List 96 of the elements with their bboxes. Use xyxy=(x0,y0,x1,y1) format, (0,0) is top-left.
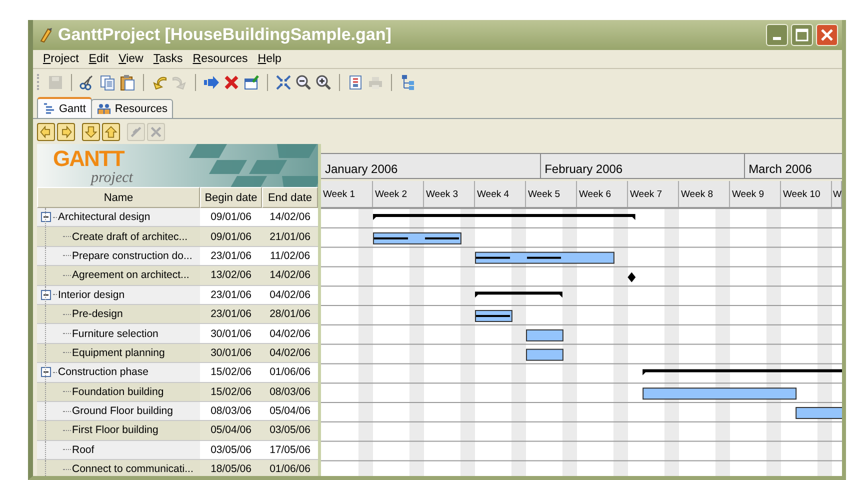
task-bar[interactable] xyxy=(796,407,842,419)
minimize-button[interactable] xyxy=(766,24,788,46)
begin-date: 09/01/06 xyxy=(200,208,262,226)
summary-bar[interactable] xyxy=(373,214,636,220)
close-button[interactable] xyxy=(816,24,838,46)
column-header[interactable]: Begin date xyxy=(200,187,262,208)
begin-date: 18/05/06 xyxy=(210,462,252,476)
end-date: 05/04/06 xyxy=(262,402,318,420)
end-date: 28/01/06 xyxy=(268,307,312,322)
up-arrow-icon xyxy=(104,125,118,139)
menu-item[interactable]: View xyxy=(114,53,148,65)
clipboard-icon[interactable] xyxy=(119,74,136,90)
end-date: 04/02/06 xyxy=(262,286,318,304)
maximize-icon xyxy=(795,28,809,42)
collapse-icon[interactable] xyxy=(41,212,51,222)
menu-item[interactable]: Help xyxy=(252,53,286,65)
end-date: 17/05/06 xyxy=(262,440,318,460)
month-header: March 2006 xyxy=(744,154,842,178)
document-icon[interactable] xyxy=(347,74,364,90)
month-header: January 2006 xyxy=(321,154,541,178)
right-arrow-icon xyxy=(59,125,73,139)
begin-date: 03/05/06 xyxy=(200,440,262,460)
begin-date: 09/01/06 xyxy=(210,230,252,245)
minimize-icon xyxy=(773,36,781,40)
right-arrow-button[interactable] xyxy=(57,123,75,141)
menu-item[interactable]: Tasks xyxy=(148,53,188,65)
begin-date: 05/04/06 xyxy=(210,423,252,438)
month-header: February 2006 xyxy=(540,154,745,178)
begin-date: 08/03/06 xyxy=(200,402,262,420)
properties-icon[interactable] xyxy=(243,74,260,90)
end-date: 11/02/06 xyxy=(262,246,318,266)
summary-bar[interactable] xyxy=(475,292,562,298)
begin-date: 23/01/06 xyxy=(200,286,262,304)
delete-icon[interactable] xyxy=(223,74,240,90)
end-date: 08/03/06 xyxy=(268,384,312,400)
right-arrow-icon[interactable] xyxy=(203,74,220,90)
end-date: 04/02/06 xyxy=(262,324,318,343)
collapse-icon[interactable] xyxy=(41,367,51,378)
end-date: 01/06/06 xyxy=(262,363,318,382)
end-date: 14/02/06 xyxy=(268,268,312,284)
begin-date: 23/01/06 xyxy=(210,307,252,322)
down-arrow-icon xyxy=(84,125,98,139)
app-icon xyxy=(39,27,53,43)
maximize-button[interactable] xyxy=(791,24,813,46)
unlink-icon xyxy=(149,125,163,139)
end-date: 21/01/06 xyxy=(268,230,312,245)
tab[interactable]: Resources xyxy=(90,99,174,118)
people-icon xyxy=(96,103,111,115)
menu-item[interactable]: Resources xyxy=(188,53,253,65)
week-header: Week 3 xyxy=(424,181,475,207)
logo-title: GANTT xyxy=(53,147,124,171)
close-icon xyxy=(820,28,834,42)
task-bar[interactable] xyxy=(475,252,614,264)
begin-date: 30/01/06 xyxy=(210,346,252,361)
left-arrow-icon xyxy=(39,125,53,139)
tab[interactable]: Gantt xyxy=(37,97,92,118)
week-header: Week 10 xyxy=(781,181,832,207)
end-date: 14/02/06 xyxy=(262,208,318,226)
begin-date: 30/01/06 xyxy=(200,324,262,343)
menu-item[interactable]: Project xyxy=(38,53,84,65)
week-header: Week 1 xyxy=(321,181,373,207)
begin-date: 15/02/06 xyxy=(200,363,262,382)
end-date: 04/02/06 xyxy=(268,346,312,361)
begin-date: 13/02/06 xyxy=(210,268,252,284)
summary-bar[interactable] xyxy=(642,369,842,376)
task-bar[interactable] xyxy=(642,388,797,400)
collapse-icon[interactable] xyxy=(41,290,51,300)
week-header: W xyxy=(832,181,842,207)
hierarchy-icon[interactable] xyxy=(399,74,416,90)
down-arrow-button[interactable] xyxy=(82,123,100,141)
end-date: 03/05/06 xyxy=(268,423,312,438)
week-header: Week 2 xyxy=(373,181,424,207)
up-arrow-button[interactable] xyxy=(102,123,120,141)
copy-icon[interactable] xyxy=(99,74,116,90)
begin-date: 23/01/06 xyxy=(200,246,262,266)
begin-date: 15/02/06 xyxy=(210,384,252,400)
week-header: Week 7 xyxy=(628,181,679,207)
zoom-in-icon[interactable] xyxy=(315,74,332,90)
gantt-chart-icon xyxy=(43,103,55,114)
week-header: Week 8 xyxy=(679,181,730,207)
end-date: 01/06/06 xyxy=(268,462,312,476)
logo-subtitle: project xyxy=(91,171,133,185)
menu-item[interactable]: Edit xyxy=(84,53,114,65)
left-arrow-button[interactable] xyxy=(37,123,55,141)
task-name[interactable]: Roof xyxy=(72,444,94,456)
week-header: Week 9 xyxy=(730,181,781,207)
task-bar[interactable] xyxy=(526,329,564,342)
zoom-out-icon[interactable] xyxy=(295,74,312,90)
week-header: Week 4 xyxy=(475,181,526,207)
week-header: Week 6 xyxy=(577,181,628,207)
window-title: GanttProject [HouseBuildingSample.gan] xyxy=(58,25,392,45)
task-bar[interactable] xyxy=(526,348,564,361)
week-header: Week 5 xyxy=(526,181,577,207)
column-header[interactable]: End date xyxy=(262,187,318,208)
column-header[interactable]: Name xyxy=(37,187,200,208)
link-icon xyxy=(129,125,143,139)
